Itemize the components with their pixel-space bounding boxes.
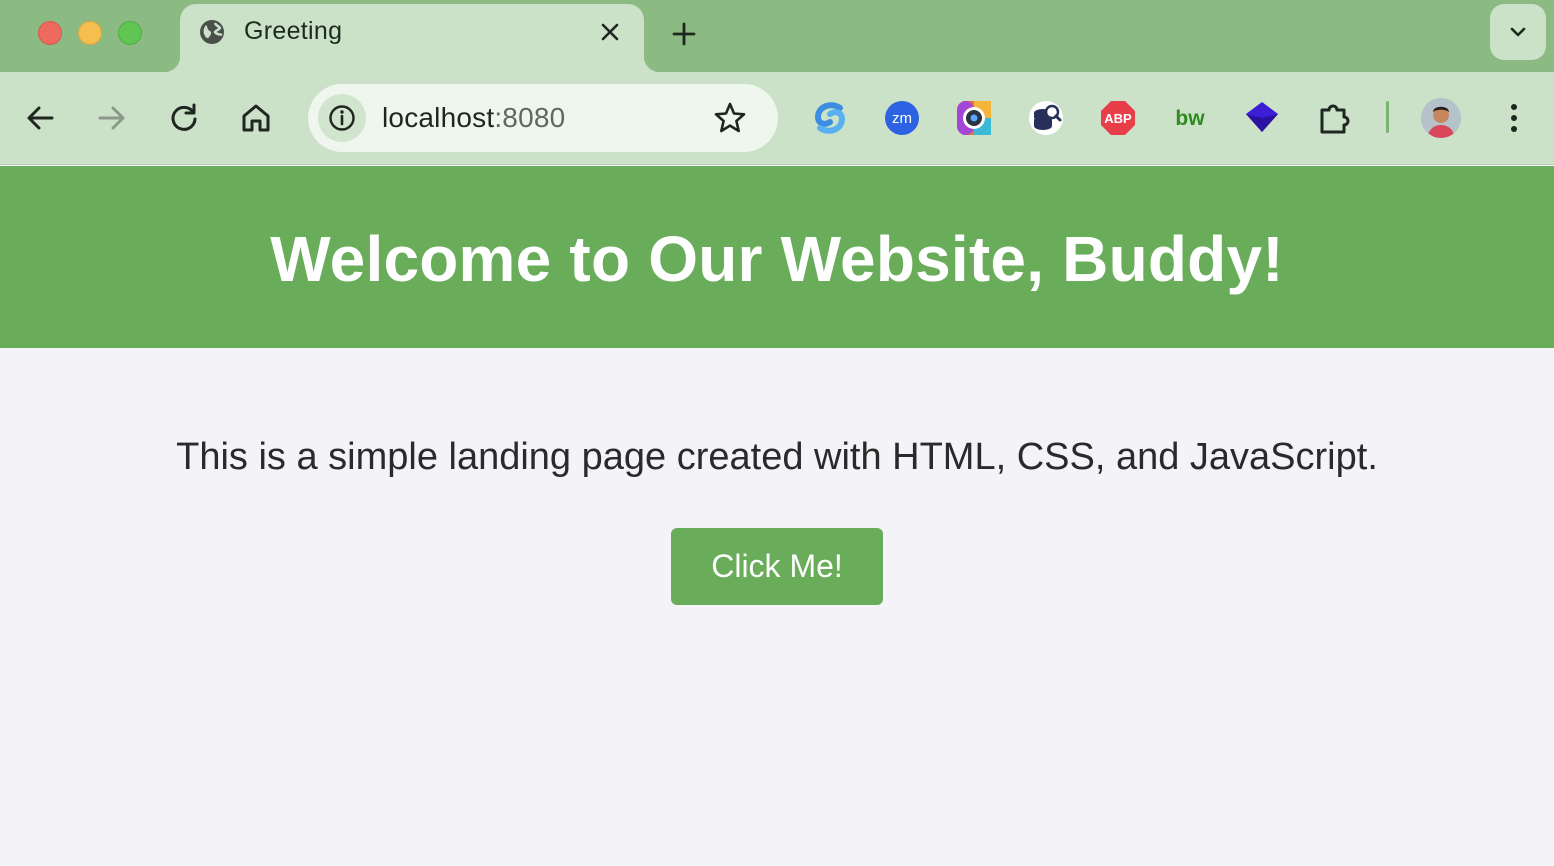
browser-toolbar: localhost:8080 zm ABP bw — [0, 72, 1554, 217]
window-close-button[interactable] — [38, 21, 62, 45]
url-host: localhost — [382, 102, 495, 133]
url-text[interactable]: localhost:8080 — [382, 102, 565, 134]
back-arrow-icon[interactable] — [22, 100, 58, 136]
toolbar-divider — [1386, 101, 1389, 133]
intro-text: This is a simple landing page created wi… — [176, 436, 1378, 478]
swirl-extension-icon[interactable] — [810, 98, 850, 138]
address-bar[interactable]: localhost:8080 — [308, 84, 778, 152]
adblock-plus-extension-icon[interactable]: ABP — [1098, 98, 1138, 138]
more-menu-icon[interactable] — [1498, 100, 1530, 136]
chevron-down-icon — [1510, 27, 1526, 37]
reload-icon[interactable] — [166, 100, 202, 136]
bw-extension-label: bw — [1175, 107, 1205, 130]
screen-recorder-extension-icon[interactable] — [954, 98, 994, 138]
close-icon[interactable] — [598, 20, 622, 44]
db-search-extension-icon[interactable] — [1026, 98, 1066, 138]
diamond-extension-icon[interactable] — [1242, 98, 1282, 138]
bookmark-star-icon[interactable] — [712, 100, 748, 136]
window-maximize-button[interactable] — [118, 21, 142, 45]
profile-avatar[interactable] — [1421, 98, 1461, 138]
click-me-button[interactable]: Click Me! — [671, 528, 883, 605]
site-info-button[interactable] — [318, 94, 366, 142]
bw-extension-icon[interactable]: bw — [1170, 98, 1210, 138]
site-header: Welcome to Our Website, Buddy! — [0, 166, 1554, 348]
url-port: :8080 — [494, 102, 566, 133]
window-minimize-button[interactable] — [78, 21, 102, 45]
page-title: Welcome to Our Website, Buddy! — [270, 223, 1284, 295]
new-tab-plus-icon[interactable] — [668, 18, 700, 50]
home-icon[interactable] — [238, 100, 274, 136]
profile-picture — [1421, 98, 1461, 138]
zoom-extension-icon[interactable]: zm — [882, 98, 922, 138]
tab-strip: Greeting — [0, 0, 1554, 72]
adblock-plus-label: ABP — [1104, 111, 1132, 126]
forward-arrow-icon[interactable] — [94, 100, 130, 136]
tab-title: Greeting — [244, 17, 343, 45]
globe-icon — [200, 20, 224, 44]
tab-search-button[interactable] — [1490, 4, 1546, 60]
tab-greeting[interactable]: Greeting — [164, 4, 660, 72]
site-info-icon — [329, 105, 355, 131]
puzzle-extensions-icon[interactable] — [1316, 98, 1356, 138]
zoom-extension-label: zm — [892, 110, 912, 127]
